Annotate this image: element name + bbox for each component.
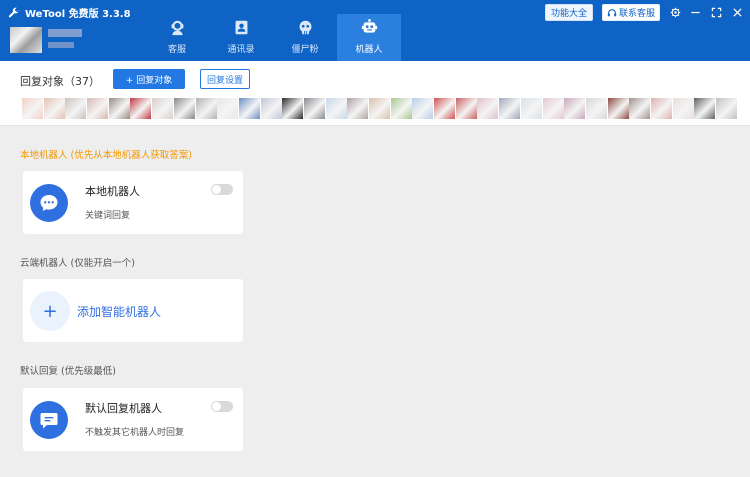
settings-gear-button[interactable] [668,5,682,19]
account-name-blurred [48,29,82,37]
tab-robot[interactable]: 机器人 [337,14,401,61]
contacts-icon [235,20,247,35]
reply-target-avatar[interactable] [369,98,390,119]
reply-target-avatar[interactable] [303,98,325,119]
tab-label: 机器人 [355,45,383,55]
local-robot-section-label: 本地机器人 (优先从本地机器人获取答案) [20,150,192,161]
reply-target-avatar[interactable] [694,98,716,119]
reply-target-avatar[interactable] [650,98,672,119]
reply-target-avatar[interactable] [43,98,65,119]
default-reply-robot-card[interactable]: 默认回复机器人 不触发其它机器人时回复 [23,388,243,451]
reply-target-avatar[interactable] [412,98,434,119]
local-robot-icon-circle [30,184,68,222]
reply-targets-panel: 回复对象（37） + 回复对象 回复设置 [0,61,750,126]
reply-target-avatar[interactable] [22,98,43,119]
reply-target-avatar[interactable] [607,98,629,119]
account-id-blurred [48,42,74,48]
reply-target-avatar[interactable] [390,98,412,119]
reply-target-avatar[interactable] [238,98,260,119]
reply-target-avatar[interactable] [585,98,607,119]
tab-zombie-fans[interactable]: 僵尸粉 [273,14,337,61]
reply-target-avatar[interactable] [520,98,542,119]
reply-target-avatar[interactable] [217,98,239,119]
default-robot-toggle[interactable] [211,401,233,412]
tab-customer-service[interactable]: 客服 [145,14,209,61]
wrench-icon [8,7,20,17]
robot-icon [361,19,377,33]
chat-bubble-icon [40,195,58,211]
reply-target-avatar[interactable] [325,98,347,119]
gear-icon [670,7,680,17]
maximize-button[interactable] [709,5,723,19]
reply-target-avatar[interactable] [87,98,109,119]
contact-support-button[interactable]: 联系客服 [602,4,660,21]
tab-label: 僵尸粉 [291,45,319,55]
default-robot-title: 默认回复机器人 [85,402,162,415]
toggle-knob [212,185,221,194]
reply-settings-button[interactable]: 回复设置 [200,69,250,89]
reply-target-avatar[interactable] [173,98,195,119]
account-avatar[interactable] [10,27,42,53]
default-robot-subtitle: 不触发其它机器人时回复 [85,428,185,438]
reply-target-avatar[interactable] [152,98,174,119]
customer-service-icon [171,20,183,36]
tab-contacts[interactable]: 通讯录 [209,14,273,61]
main-nav: 客服 通讯录 僵尸粉 机器人 [145,14,401,61]
reply-target-avatars [22,98,737,119]
plus-icon: + [30,291,70,331]
zombie-icon [299,20,311,35]
reply-target-avatar[interactable] [542,98,564,119]
headset-icon [607,8,617,16]
add-smart-robot-label: 添加智能机器人 [77,305,162,319]
app-title-row: WeTool 免费版 3.3.8 [8,5,131,20]
default-reply-section-label: 默认回复 (优先级最低) [20,366,116,377]
close-button[interactable] [730,5,744,19]
reply-target-avatar[interactable] [672,98,694,119]
tab-label: 通讯录 [227,45,255,55]
reply-target-avatar[interactable] [629,98,651,119]
reply-target-avatar[interactable] [195,98,217,119]
tab-label: 客服 [167,45,186,55]
app-title: WeTool 免费版 3.3.8 [25,9,131,20]
reply-targets-title: 回复对象（37） [20,75,100,88]
local-robot-toggle[interactable] [211,184,233,195]
maximize-icon [711,7,721,17]
cloud-robot-section-label: 云端机器人 (仅能开启一个) [20,258,135,269]
default-robot-icon-circle [30,401,68,439]
add-smart-robot-card[interactable]: + 添加智能机器人 [23,279,243,342]
reply-target-avatar[interactable] [260,98,282,119]
reply-target-avatar[interactable] [499,98,521,119]
reply-target-avatar[interactable] [716,98,737,119]
reply-target-avatar[interactable] [564,98,586,119]
reply-target-avatar[interactable] [282,98,304,119]
local-robot-card[interactable]: 本地机器人 关键词回复 [23,171,243,234]
contact-support-label: 联系客服 [618,9,655,19]
message-icon [40,413,58,429]
add-reply-target-button[interactable]: + 回复对象 [113,69,185,89]
minimize-icon [690,11,700,13]
close-icon [732,7,742,17]
reply-target-avatar[interactable] [477,98,499,119]
reply-target-avatar[interactable] [455,98,477,119]
reply-target-avatar[interactable] [347,98,369,119]
reply-target-avatar[interactable] [130,98,152,119]
toggle-knob [212,402,221,411]
features-button[interactable]: 功能大全 [545,4,593,21]
local-robot-title: 本地机器人 [85,185,140,198]
reply-target-avatar[interactable] [65,98,87,119]
title-bar: WeTool 免费版 3.3.8 客服 通讯录 僵尸粉 机器人 功能大全 联系客… [0,0,750,61]
minimize-button[interactable] [688,5,702,19]
local-robot-subtitle: 关键词回复 [85,211,131,221]
reply-target-avatar[interactable] [108,98,130,119]
reply-target-avatar[interactable] [434,98,456,119]
